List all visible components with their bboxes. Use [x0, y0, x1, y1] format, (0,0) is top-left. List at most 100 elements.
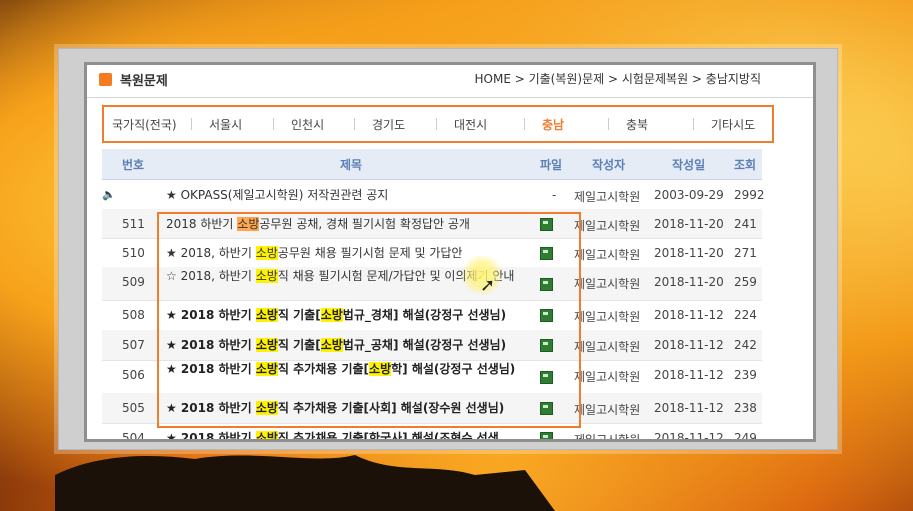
- subject-text: 공무원 공채, 경채 필기시험 확정답안 공개: [259, 217, 470, 231]
- breadcrumb: HOME > 기출(복원)문제 > 시험문제복원 > 충남지방직: [474, 72, 762, 86]
- keyword-highlight: 소방: [320, 338, 343, 352]
- region-tab[interactable]: 기타시도: [711, 116, 755, 133]
- row-views: 224: [734, 308, 757, 322]
- row-date: 2018-11-20: [654, 246, 724, 260]
- row-author: 제일고시학원: [574, 310, 641, 324]
- table-row[interactable]: 505 ★ 2018 하반기 소방직 추가채용 기출[사회] 해설(장수원 선생님…: [102, 393, 762, 424]
- table-row[interactable]: 504 ★ 2018 하반기 소방직 추가채용 기출[한국사] 해설(조현수 선생…: [102, 423, 762, 442]
- keyword-highlight: 소방: [255, 431, 278, 439]
- subject-text: ☆ 2018, 하반기: [166, 269, 256, 283]
- row-views: 249: [734, 431, 757, 442]
- file-download-icon[interactable]: [540, 370, 553, 387]
- row-views: 259: [734, 275, 757, 289]
- col-file: 파일: [540, 158, 563, 172]
- tab-separator: [354, 118, 355, 130]
- file-download-icon[interactable]: [540, 277, 553, 294]
- row-subject[interactable]: ★ 2018 하반기 소방직 추가채용 기출[한국사] 해설(조현수 선생: [166, 431, 526, 439]
- row-number: 508: [122, 308, 145, 322]
- board-page: 복원문제 HOME > 기출(복원)문제 > 시험문제복원 > 충남지방직 국가…: [84, 62, 816, 442]
- page-title: 복원문제: [120, 74, 168, 89]
- notice-views: 2992: [734, 188, 765, 202]
- row-number: 510: [122, 246, 145, 260]
- region-tab[interactable]: 서울시: [209, 116, 242, 133]
- region-tab[interactable]: 경기도: [372, 116, 405, 133]
- tab-separator: [273, 118, 274, 130]
- row-author: 제일고시학원: [574, 340, 641, 354]
- row-date: 2018-11-12: [654, 401, 724, 415]
- title-bullet-icon: [99, 73, 112, 86]
- notice-row[interactable]: 🔈 ★ OKPASS(제일고시학원) 저작권관련 공지 - 제일고시학원 200…: [102, 180, 765, 210]
- row-date: 2018-11-12: [654, 368, 724, 382]
- page-header: 복원문제 HOME > 기출(복원)문제 > 시험문제복원 > 충남지방직: [87, 65, 813, 95]
- row-date: 2018-11-20: [654, 275, 724, 289]
- row-subject[interactable]: ★ 2018 하반기 소방직 추가채용 기출[소방학] 해설(강정구 선생님): [166, 362, 526, 376]
- file-download-icon[interactable]: [540, 246, 553, 263]
- row-date: 2018-11-12: [654, 308, 724, 322]
- subject-text: 법규_공채] 해설(강정구 선생님): [342, 338, 507, 352]
- region-tab[interactable]: 대전시: [454, 116, 487, 133]
- file-download-icon[interactable]: [540, 339, 553, 355]
- tab-separator: [436, 118, 437, 130]
- subject-text: ★ 2018 하반기: [166, 401, 256, 415]
- col-subject: 제목: [340, 158, 363, 172]
- table-row[interactable]: 506 ★ 2018 하반기 소방직 추가채용 기출[소방학] 해설(강정구 선생…: [102, 360, 762, 394]
- subject-text: ★ 2018 하반기: [166, 362, 256, 376]
- row-views: 242: [734, 338, 757, 352]
- table-row[interactable]: 507 ★ 2018 하반기 소방직 기출[소방법규_공채] 해설(강정구 선생님…: [102, 330, 762, 361]
- row-views: 271: [734, 246, 757, 260]
- row-number: 509: [122, 275, 145, 289]
- file-download-icon[interactable]: [540, 217, 553, 234]
- region-tab[interactable]: 충남: [542, 116, 564, 133]
- notice-subject[interactable]: ★ OKPASS(제일고시학원) 저작권관련 공지: [166, 188, 526, 202]
- table-row[interactable]: 510 ★ 2018, 하반기 소방공무원 채용 필기시험 문제 및 가답안 제일고…: [102, 238, 762, 268]
- row-subject[interactable]: 2018 하반기 소방공무원 공채, 경채 필기시험 확정답안 공개: [166, 217, 526, 231]
- region-tab[interactable]: 국가직(전국): [112, 116, 177, 133]
- subject-text: ★ 2018, 하반기: [166, 246, 256, 260]
- keyword-highlight: 소방: [255, 246, 278, 260]
- row-number: 504: [122, 431, 145, 442]
- tab-separator: [191, 118, 192, 130]
- col-views: 조회: [734, 158, 757, 172]
- notice-date: 2003-09-29: [654, 188, 724, 202]
- file-download-icon[interactable]: [540, 432, 553, 439]
- keyword-highlight: 소방: [320, 308, 343, 322]
- firefighter-silhouette: [55, 455, 555, 511]
- table-header: 번호 제목 파일 작성자 작성일 조회: [102, 149, 762, 180]
- tab-separator: [524, 118, 525, 130]
- row-date: 2018-11-12: [654, 431, 724, 442]
- row-date: 2018-11-20: [654, 217, 724, 231]
- subject-text: 공무원 채용 필기시험 문제 및 가답안: [277, 246, 463, 260]
- col-author: 작성자: [592, 158, 626, 172]
- header-divider: [87, 97, 813, 98]
- keyword-highlight: 소방: [255, 401, 278, 415]
- file-download-icon[interactable]: [540, 309, 553, 325]
- table-row[interactable]: 508 ★ 2018 하반기 소방직 기출[소방법규_경채] 해설(강정구 선생님…: [102, 300, 762, 331]
- file-download-icon[interactable]: [540, 402, 553, 418]
- col-num: 번호: [122, 158, 145, 172]
- row-subject[interactable]: ★ 2018 하반기 소방직 기출[소방법규_경채] 해설(강정구 선생님): [166, 308, 526, 322]
- keyword-highlight: 소방: [255, 308, 278, 322]
- subject-text: 학] 해설(강정구 선생님): [391, 362, 516, 376]
- keyword-highlight: 소방: [255, 362, 278, 376]
- subject-text: 직 추가채용 기출[사회] 해설(장수원 선생님): [277, 401, 505, 415]
- region-tab[interactable]: 인천시: [291, 116, 324, 133]
- region-tab[interactable]: 충북: [626, 116, 648, 133]
- keyword-highlight: 소방: [255, 338, 278, 352]
- row-author: 제일고시학원: [574, 219, 641, 233]
- row-subject[interactable]: ★ 2018 하반기 소방직 추가채용 기출[사회] 해설(장수원 선생님): [166, 401, 526, 415]
- row-views: 241: [734, 217, 757, 231]
- table-row[interactable]: 511 2018 하반기 소방공무원 공채, 경채 필기시험 확정답안 공개 제일고…: [102, 209, 762, 239]
- row-subject[interactable]: ★ 2018 하반기 소방직 기출[소방법규_공채] 해설(강정구 선생님): [166, 338, 526, 352]
- row-author: 제일고시학원: [574, 433, 641, 442]
- row-number: 505: [122, 401, 145, 415]
- row-author: 제일고시학원: [574, 370, 641, 384]
- table-row[interactable]: 509 ☆ 2018, 하반기 소방직 채용 필기시험 문제/가답안 및 이의제기…: [102, 267, 762, 301]
- speaker-icon: 🔈: [102, 188, 116, 201]
- row-author: 제일고시학원: [574, 248, 641, 262]
- row-date: 2018-11-12: [654, 338, 724, 352]
- mouse-cursor-icon: ➚: [480, 275, 496, 296]
- region-tabs: 국가직(전국) 서울시 인천시 경기도 대전시 충남 충북 기타시도: [102, 105, 774, 143]
- row-views: 239: [734, 368, 757, 382]
- subject-text: 직 추가채용 기출[: [277, 362, 370, 376]
- keyword-highlight: 소방: [237, 217, 260, 231]
